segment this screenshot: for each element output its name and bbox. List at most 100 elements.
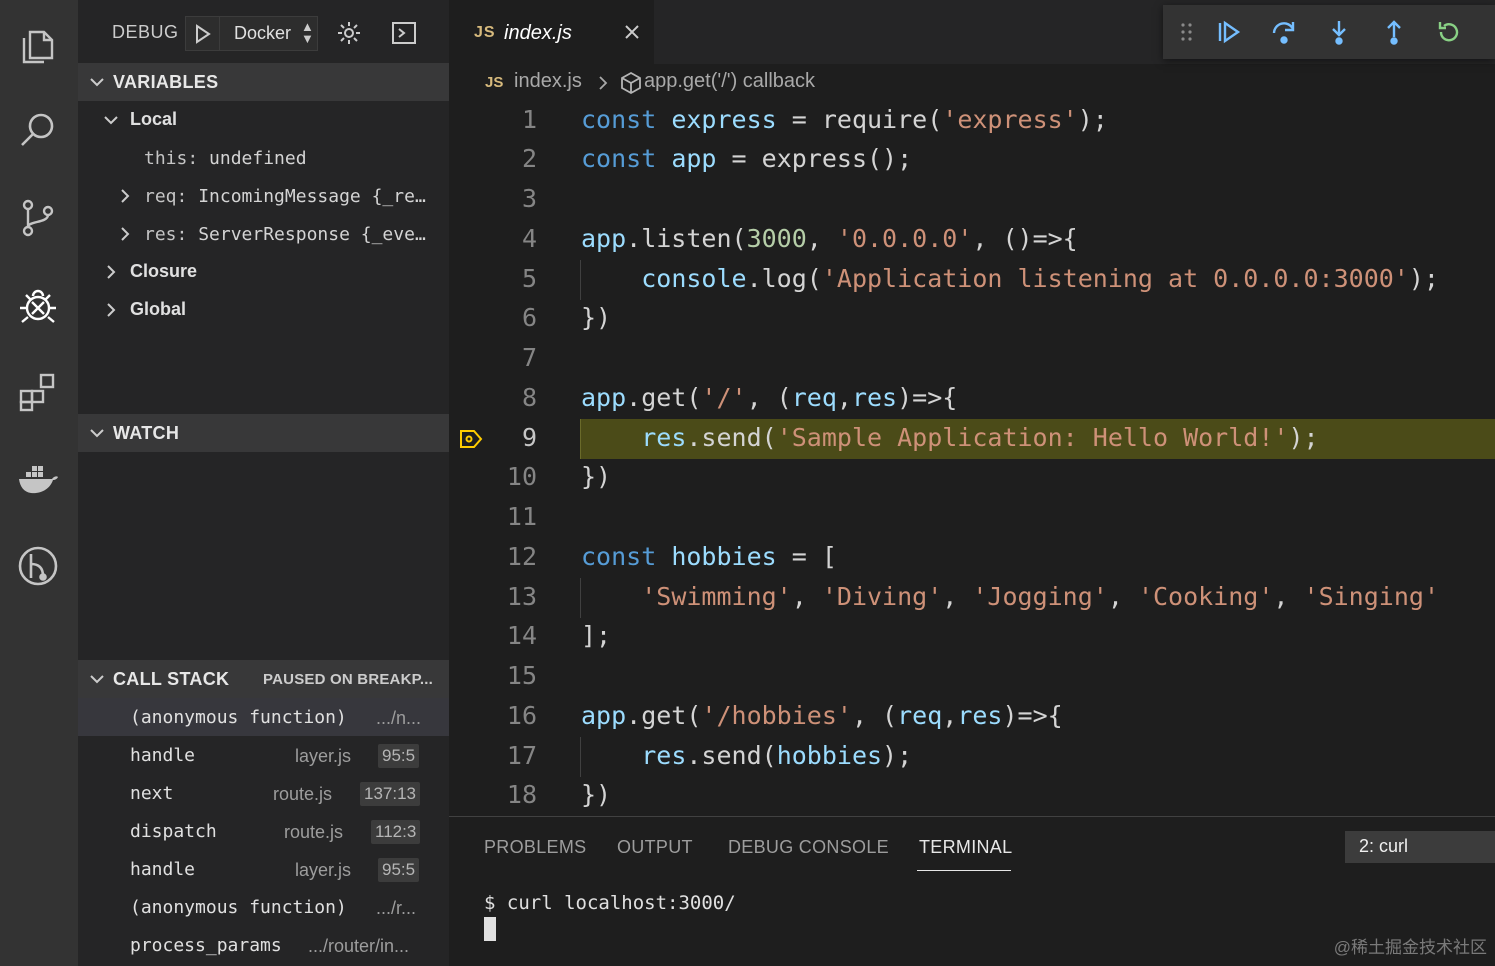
frame-file: .../n... [376, 708, 422, 728]
scope-local[interactable]: Local [78, 101, 449, 139]
code-line-current: 9 res.send('Sample Application: Hello Wo… [521, 423, 1319, 452]
chevron-right-icon [121, 189, 130, 203]
breadcrumb: JS index.js app.get('/') callback [449, 64, 1495, 102]
variable-res[interactable]: res: ServerResponse {_eve… [78, 215, 449, 253]
tab-problems[interactable]: PROBLEMS [484, 837, 586, 858]
debug-config-name: Docker [234, 23, 292, 43]
debug-toolbar: DEBUG Docker ▲ ▼ [78, 0, 449, 64]
tab-index-js[interactable]: JS index.js [449, 0, 654, 64]
docker-icon[interactable] [14, 456, 62, 504]
call-stack-frame[interactable]: dispatch route.js 112:3 [78, 812, 449, 850]
terminal-icon[interactable] [389, 18, 419, 48]
frame-file: .../r... [376, 898, 417, 918]
variables-title: VARIABLES [113, 72, 219, 92]
tab-debug-console[interactable]: DEBUG CONSOLE [728, 837, 889, 858]
call-stack-frame[interactable]: (anonymous function) .../r... [78, 888, 449, 926]
source-control-icon[interactable] [14, 194, 62, 242]
step-out-icon[interactable] [1379, 17, 1409, 47]
variable-this[interactable]: this: undefined [78, 139, 449, 177]
variable-name: res: [144, 224, 188, 245]
debug-config-select[interactable]: Docker ▲ ▼ [185, 16, 318, 51]
chevron-right-icon [599, 76, 608, 90]
frame-function: (anonymous function) [130, 897, 347, 918]
call-stack-frame[interactable]: process_params .../router/in... [78, 926, 449, 964]
frame-function: handle [130, 859, 196, 880]
debug-sidebar: DEBUG Docker ▲ ▼ VARIABLES Local this: un… [78, 0, 449, 966]
code-line: 11 [506, 502, 537, 531]
method-cube-icon [621, 71, 641, 95]
chevron-updown-icon: ▲ ▼ [301, 19, 314, 46]
tab-output[interactable]: OUTPUT [617, 837, 693, 858]
call-stack-frame[interactable]: handle layer.js 95:5 [78, 736, 449, 774]
call-stack-frame[interactable]: next route.js 137:13 [78, 774, 449, 812]
code-line: 13 'Swimming', 'Diving', 'Jogging', 'Coo… [506, 582, 1439, 611]
frame-file: .../router/in... [308, 936, 410, 956]
floating-debug-toolbar [1163, 5, 1495, 59]
frame-file: route.js [284, 822, 344, 842]
chevron-right-icon [107, 303, 116, 317]
frame-function: process_params [130, 935, 282, 956]
active-tab-indicator [917, 870, 1011, 871]
watch-section-header[interactable]: WATCH [78, 414, 449, 452]
play-icon[interactable] [186, 17, 220, 50]
call-stack-frame[interactable]: handle layer.js 95:5 [78, 850, 449, 888]
chevron-down-icon [90, 78, 104, 87]
chevron-down-icon [90, 429, 104, 438]
chevron-down-icon [104, 116, 118, 125]
watermark: @稀土掘金技术社区 [1333, 938, 1487, 957]
code-line: 2 const app = express(); [521, 144, 913, 173]
restart-icon[interactable] [1434, 17, 1464, 47]
drag-handle-icon[interactable] [1179, 21, 1195, 43]
frame-file: layer.js [295, 746, 352, 766]
scope-label: Closure [130, 261, 198, 281]
terminal-output[interactable]: $ curl localhost:3000/ [484, 892, 736, 914]
call-stack-title: CALL STACK [113, 669, 230, 689]
continue-icon[interactable] [1213, 17, 1243, 47]
code-line: 16 app.get('/hobbies', (req,res)=>{ [506, 701, 1063, 730]
step-into-icon[interactable] [1324, 17, 1354, 47]
chevron-down-icon [90, 675, 104, 684]
breadcrumb-symbol[interactable]: app.get('/') callback [644, 70, 815, 93]
code-line: 14]; [506, 621, 612, 650]
code-line: 3 [521, 184, 537, 213]
frame-function: dispatch [130, 821, 217, 842]
variables-section-header[interactable]: VARIABLES [78, 63, 449, 101]
search-icon[interactable] [14, 106, 62, 154]
gitlens-icon[interactable] [14, 542, 62, 590]
js-file-icon: JS [485, 74, 504, 91]
code-line: 17 res.send(hobbies); [506, 741, 913, 770]
frame-function: handle [130, 745, 196, 766]
variable-name: this: [144, 148, 199, 169]
tab-terminal[interactable]: TERMINAL [919, 837, 1012, 858]
code-line: 7 [521, 343, 537, 372]
tab-label: index.js [504, 22, 572, 44]
explorer-icon[interactable] [14, 22, 62, 70]
gear-icon[interactable] [334, 18, 364, 48]
terminal-cursor [484, 917, 496, 941]
scope-label: Local [130, 109, 178, 129]
variable-value: IncomingMessage {_re… [198, 186, 426, 207]
debug-label: DEBUG [112, 22, 179, 42]
variable-name: req: [144, 186, 188, 207]
extensions-icon[interactable] [14, 368, 62, 416]
scope-global[interactable]: Global [78, 291, 449, 329]
debug-icon[interactable] [14, 282, 62, 330]
frame-function: next [130, 783, 174, 804]
code-line: 15 [506, 661, 537, 690]
terminal-select[interactable]: 2: curl [1345, 831, 1495, 863]
breadcrumb-file[interactable]: index.js [514, 70, 582, 93]
step-over-icon[interactable] [1269, 17, 1299, 47]
scope-label: Global [130, 299, 187, 319]
code-line: 18}) [506, 780, 612, 809]
close-icon[interactable] [622, 22, 642, 42]
call-stack-frame[interactable]: (anonymous function) .../n... [78, 698, 449, 736]
call-stack-section-header[interactable]: CALL STACK PAUSED ON BREAKP... [78, 660, 449, 698]
js-file-icon: JS [474, 24, 496, 41]
scope-closure[interactable]: Closure [78, 253, 449, 291]
variable-req[interactable]: req: IncomingMessage {_re… [78, 177, 449, 215]
frame-file: layer.js [295, 860, 352, 880]
frame-line: 95:5 [378, 744, 420, 768]
editor-tabbar: JS index.js [449, 0, 1495, 64]
frame-file: route.js [273, 784, 333, 804]
code-line: 6}) [521, 303, 612, 332]
